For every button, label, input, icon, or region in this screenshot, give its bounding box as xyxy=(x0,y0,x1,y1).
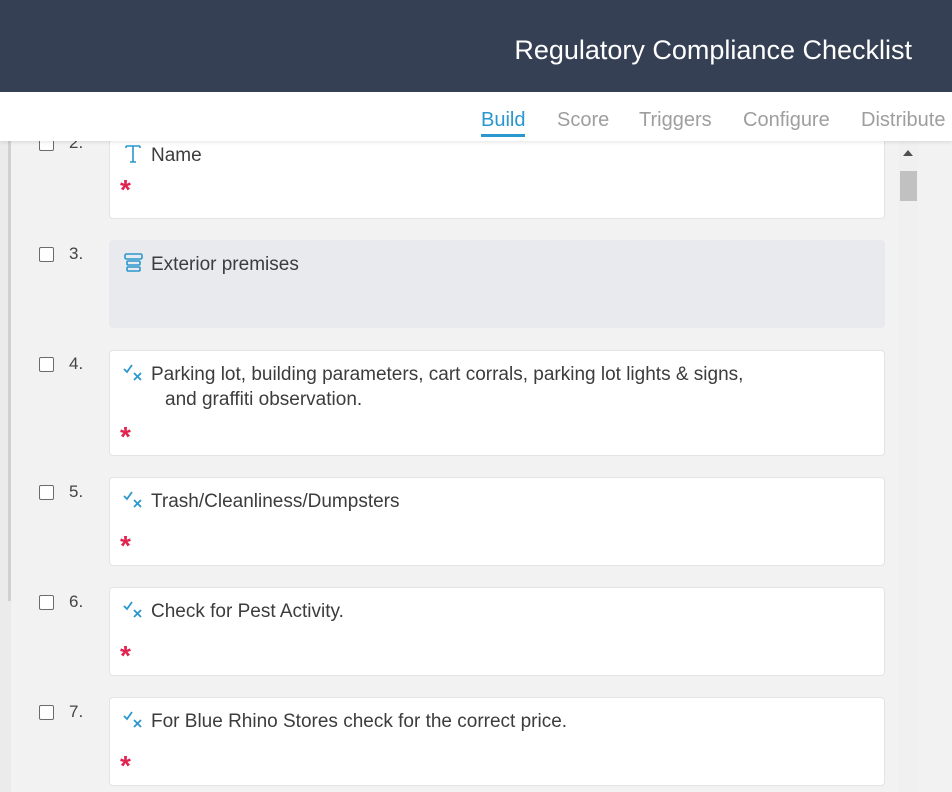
required-asterisk: * xyxy=(120,174,131,205)
item-number: 3. xyxy=(69,244,84,263)
scrollbar-thumb[interactable] xyxy=(900,171,917,201)
item-number: 6. xyxy=(69,592,84,611)
question-card[interactable]: Check for Pest Activity. * xyxy=(109,587,885,676)
item-number: 5. xyxy=(69,482,84,501)
question-label: Check for Pest Activity. xyxy=(151,601,344,622)
item-select-checkbox[interactable] xyxy=(39,705,54,720)
checklist-content: 2. Name * 3. Exterior premises 4. Parkin… xyxy=(0,141,952,792)
item-select-checkbox[interactable] xyxy=(39,595,54,610)
tab-triggers[interactable]: Triggers xyxy=(639,108,712,132)
tab-score[interactable]: Score xyxy=(557,108,609,132)
item-number: 2. xyxy=(69,141,84,152)
question-label: Name xyxy=(151,145,202,166)
required-asterisk: * xyxy=(120,421,131,452)
item-select-checkbox[interactable] xyxy=(39,247,54,262)
question-label: Parking lot, building parameters, cart c… xyxy=(151,364,744,410)
page-title: Regulatory Compliance Checklist xyxy=(514,35,912,65)
question-card[interactable]: Name * xyxy=(109,141,885,219)
app-header: Regulatory Compliance Checklist xyxy=(0,0,952,92)
section-label: Exterior premises xyxy=(151,254,299,275)
section-icon xyxy=(124,253,143,272)
check-x-icon xyxy=(123,364,142,381)
section-card[interactable]: Exterior premises xyxy=(109,240,885,328)
left-rail xyxy=(0,141,11,792)
tab-build[interactable]: Build xyxy=(481,108,526,137)
tab-bar: Build Score Triggers Configure Distribut… xyxy=(0,92,952,141)
item-number: 4. xyxy=(69,354,84,373)
required-asterisk: * xyxy=(120,530,131,561)
check-x-icon xyxy=(123,711,142,728)
text-type-icon xyxy=(125,145,141,163)
required-asterisk: * xyxy=(120,640,131,671)
item-select-checkbox[interactable] xyxy=(39,141,54,151)
required-asterisk: * xyxy=(120,750,131,781)
tab-configure[interactable]: Configure xyxy=(743,108,830,132)
question-label: For Blue Rhino Stores check for the corr… xyxy=(151,711,568,732)
scroll-up-arrow-icon[interactable] xyxy=(903,150,913,156)
tab-distribute[interactable]: Distribute xyxy=(861,108,945,132)
question-card[interactable]: Parking lot, building parameters, cart c… xyxy=(109,350,885,456)
check-x-icon xyxy=(123,601,142,618)
vertical-scrollbar[interactable] xyxy=(899,141,918,792)
item-select-checkbox[interactable] xyxy=(39,357,54,372)
check-x-icon xyxy=(123,491,142,508)
question-label: Trash/Cleanliness/Dumpsters xyxy=(151,491,400,512)
question-card[interactable]: For Blue Rhino Stores check for the corr… xyxy=(109,697,885,786)
item-select-checkbox[interactable] xyxy=(39,485,54,500)
question-card[interactable]: Trash/Cleanliness/Dumpsters * xyxy=(109,477,885,566)
item-number: 7. xyxy=(69,702,84,721)
